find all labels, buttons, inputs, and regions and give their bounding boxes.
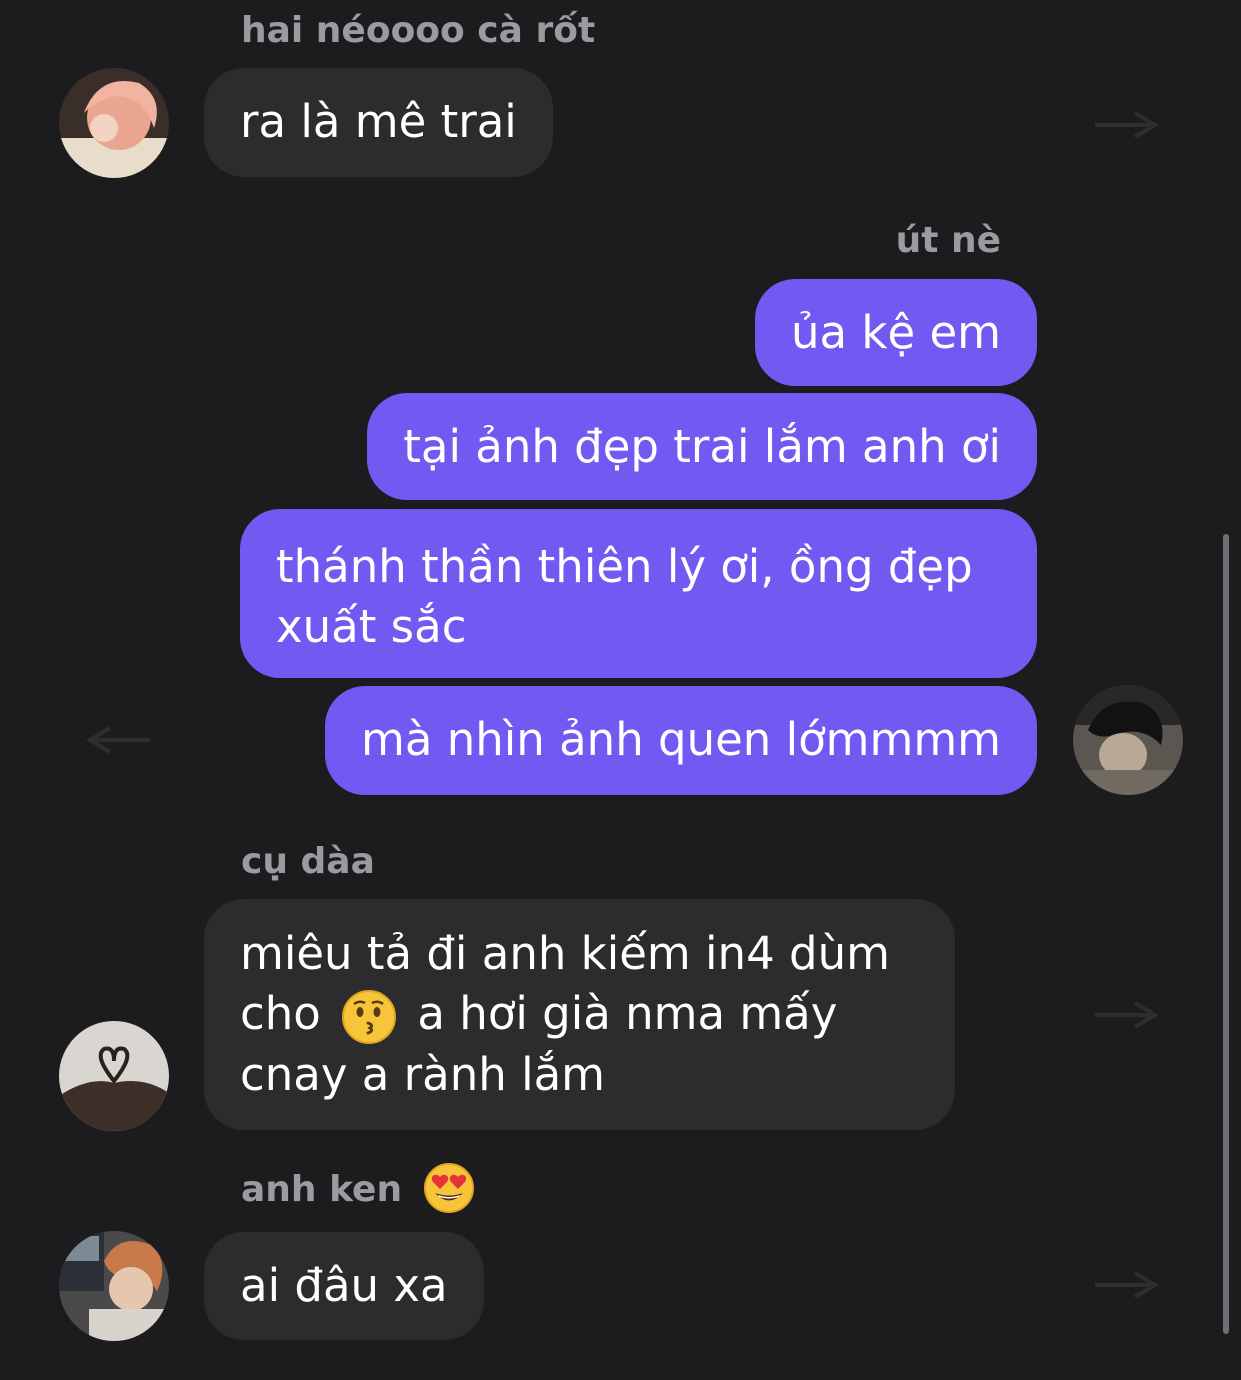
sender-name: hai néoooo cà rốt: [241, 10, 596, 51]
message-bubble-outgoing[interactable]: mà nhìn ảnh quen lớmmmm: [325, 686, 1037, 795]
message-text: thánh thần thiên lý ơi, ồng đẹp xuất sắc: [276, 540, 973, 653]
message-text: ra là mê trai: [240, 95, 517, 148]
reply-arrow-icon: [1095, 1001, 1159, 1029]
message-bubble[interactable]: ra là mê trai: [204, 68, 553, 177]
avatar[interactable]: [59, 1021, 169, 1131]
chat-thread[interactable]: hai néoooo cà rốt ra là mê trai út nè ủa…: [0, 0, 1241, 1380]
avatar[interactable]: [59, 68, 169, 178]
sender-name: cụ dàa: [241, 841, 375, 882]
reply-arrow-icon: [86, 726, 150, 754]
message-text: a hơi già nma mấy cnay a rành lắm: [240, 987, 838, 1101]
sender-name: anh ken: [241, 1163, 475, 1214]
message-text: ủa kệ em: [791, 306, 1001, 359]
message-bubble-outgoing[interactable]: ủa kệ em: [755, 279, 1037, 386]
sender-name-text: anh ken: [241, 1169, 403, 1210]
avatar[interactable]: [59, 1231, 169, 1341]
message-text: ai đâu xa: [240, 1259, 448, 1312]
sender-name: út nè: [895, 220, 1001, 261]
kissing-face-icon: [342, 990, 397, 1044]
reply-arrow-icon: [1095, 111, 1159, 139]
message-bubble-outgoing[interactable]: thánh thần thiên lý ơi, ồng đẹp xuất sắc: [240, 509, 1037, 678]
message-bubble[interactable]: miêu tả đi anh kiếm in4 dùm cho a hơi gi…: [204, 899, 955, 1130]
heart-eyes-icon: [423, 1163, 474, 1213]
message-text: tại ảnh đẹp trai lắm anh ơi: [403, 420, 1001, 473]
message-bubble-outgoing[interactable]: tại ảnh đẹp trai lắm anh ơi: [367, 393, 1037, 500]
message-bubble[interactable]: ai đâu xa: [204, 1232, 484, 1340]
avatar[interactable]: [1073, 685, 1183, 795]
scrollbar[interactable]: [1223, 534, 1229, 1334]
reply-arrow-icon: [1095, 1271, 1159, 1299]
message-text: mà nhìn ảnh quen lớmmmm: [361, 713, 1001, 766]
